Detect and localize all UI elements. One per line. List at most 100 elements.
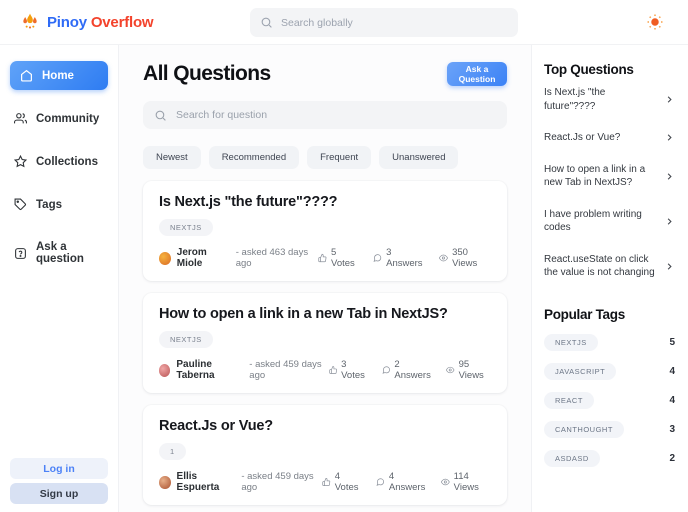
- app-header: Pinoy Overflow: [0, 0, 688, 45]
- views-stat: 114 Views: [440, 471, 491, 493]
- votes-stat: 3 Votes: [329, 359, 368, 381]
- star-icon: [14, 155, 27, 168]
- popular-tag-row: CANTHOUGHT 3: [544, 420, 675, 438]
- question-icon: [14, 247, 27, 260]
- sidebar-item-community[interactable]: Community: [0, 102, 118, 135]
- sidebar-item-tags[interactable]: Tags: [0, 188, 118, 221]
- question-card[interactable]: React.Js or Vue? 1 Ellis Espuerta - aske…: [143, 405, 507, 505]
- popular-tag-row: JAVASCRIPT 4: [544, 362, 675, 380]
- avatar: [159, 363, 171, 377]
- brand-name-secondary: Overflow: [90, 13, 154, 31]
- popular-tag-row: REACT 4: [544, 391, 675, 409]
- chevron-right-icon: [667, 96, 672, 103]
- answers-stat: 2 Answers: [382, 359, 432, 381]
- tag-count: 4: [669, 365, 675, 377]
- global-search-input[interactable]: [281, 16, 508, 29]
- asked-time: - asked 463 days ago: [235, 247, 309, 269]
- filter-bar: Newest Recommended Frequent Unanswered: [143, 146, 507, 169]
- right-sidebar: Top Questions Is Next.js "the future"???…: [531, 45, 688, 512]
- popular-tag[interactable]: CANTHOUGHT: [544, 420, 624, 438]
- top-questions-title: Top Questions: [544, 62, 634, 77]
- chevron-right-icon: [667, 217, 672, 225]
- question-title[interactable]: Is Next.js "the future"????: [159, 194, 491, 210]
- message-icon: [376, 478, 385, 486]
- main-content: All Questions Ask a Question Newest Reco…: [119, 45, 531, 512]
- question-title[interactable]: How to open a link in a new Tab in NextJ…: [159, 306, 491, 322]
- popular-tag[interactable]: ASDASD: [544, 449, 600, 467]
- filter-frequent[interactable]: Frequent: [307, 146, 372, 169]
- popular-tag[interactable]: JAVASCRIPT: [544, 362, 617, 380]
- popular-tag[interactable]: NEXTJS: [544, 333, 598, 351]
- sidebar-item-label: Collections: [36, 155, 98, 168]
- top-question-item[interactable]: React.Js or Vue?: [544, 122, 675, 154]
- eye-icon: [440, 478, 450, 486]
- global-search[interactable]: [250, 8, 518, 37]
- question-search[interactable]: [143, 101, 507, 129]
- top-question-item[interactable]: How to open a link in a new Tab in NextJ…: [544, 154, 675, 199]
- popular-tag[interactable]: REACT: [544, 391, 594, 409]
- views-stat: 95 Views: [446, 359, 491, 381]
- left-sidebar: Home Community Collections Tags Ask a qu…: [0, 45, 119, 512]
- message-icon: [382, 366, 390, 374]
- popular-tags-title: Popular Tags: [544, 306, 625, 322]
- question-tag[interactable]: NEXTJS: [159, 219, 213, 236]
- views-stat: 350 Views: [439, 247, 491, 269]
- sidebar-item-home[interactable]: Home: [10, 61, 108, 90]
- author-name[interactable]: Jerom Miole: [177, 247, 230, 269]
- flame-logo-icon: [20, 12, 40, 32]
- tag-count: 5: [669, 336, 675, 348]
- tag-count: 3: [669, 423, 675, 435]
- sidebar-item-label: Tags: [36, 198, 62, 211]
- ask-question-button[interactable]: Ask a Question: [447, 62, 507, 86]
- filter-newest[interactable]: Newest: [143, 146, 201, 169]
- home-icon: [20, 69, 33, 82]
- sidebar-item-label: Home: [42, 69, 74, 82]
- question-card[interactable]: Is Next.js "the future"???? NEXTJS Jerom…: [143, 181, 507, 281]
- question-card[interactable]: How to open a link in a new Tab in NextJ…: [143, 293, 507, 393]
- question-tag[interactable]: 1: [159, 443, 186, 460]
- signup-button[interactable]: Sign up: [10, 483, 108, 504]
- popular-tag-row: ASDASD 2: [544, 449, 675, 467]
- question-search-input[interactable]: [176, 109, 496, 121]
- brand-logo[interactable]: Pinoy Overflow: [0, 12, 154, 32]
- tag-count: 2: [669, 452, 675, 464]
- thumbs-up-icon: [318, 253, 327, 263]
- votes-stat: 5 Votes: [318, 247, 359, 269]
- sidebar-item-collections[interactable]: Collections: [0, 145, 118, 178]
- chevron-right-icon: [667, 134, 672, 141]
- thumbs-up-icon: [322, 478, 331, 486]
- avatar: [159, 475, 171, 489]
- answers-stat: 4 Answers: [376, 471, 427, 493]
- author-name[interactable]: Ellis Espuerta: [177, 471, 236, 493]
- avatar: [159, 251, 171, 265]
- question-title[interactable]: React.Js or Vue?: [159, 418, 491, 434]
- top-question-item[interactable]: Is Next.js "the future"????: [544, 77, 675, 122]
- tag-icon: [14, 198, 27, 211]
- tag-count: 4: [669, 394, 675, 406]
- thumbs-up-icon: [329, 366, 337, 374]
- answers-stat: 3 Answers: [373, 247, 425, 269]
- question-tag[interactable]: NEXTJS: [159, 331, 213, 348]
- brand-name-primary: Pinoy: [47, 13, 87, 31]
- chevron-right-icon: [667, 262, 672, 270]
- message-icon: [373, 254, 382, 262]
- community-icon: [14, 112, 27, 125]
- page-title: All Questions: [143, 62, 271, 85]
- sun-icon[interactable]: [646, 13, 664, 31]
- top-question-item[interactable]: I have problem writing codes: [544, 199, 675, 244]
- sidebar-item-label: Community: [36, 112, 100, 125]
- filter-unanswered[interactable]: Unanswered: [379, 146, 459, 169]
- popular-tag-row: NEXTJS 5: [544, 333, 675, 351]
- sidebar-item-ask-question[interactable]: Ask a question: [0, 231, 118, 275]
- top-question-item[interactable]: React.useState on click the value is not…: [544, 244, 675, 289]
- chevron-right-icon: [667, 172, 672, 180]
- asked-time: - asked 459 days ago: [241, 471, 314, 493]
- sidebar-item-label: Ask a question: [36, 241, 84, 265]
- filter-recommended[interactable]: Recommended: [208, 146, 300, 169]
- login-button[interactable]: Log in: [10, 458, 108, 479]
- eye-icon: [446, 366, 455, 374]
- asked-time: - asked 459 days ago: [249, 359, 322, 381]
- author-name[interactable]: Pauline Taberna: [176, 359, 243, 381]
- votes-stat: 4 Votes: [322, 471, 362, 493]
- search-icon: [154, 109, 167, 122]
